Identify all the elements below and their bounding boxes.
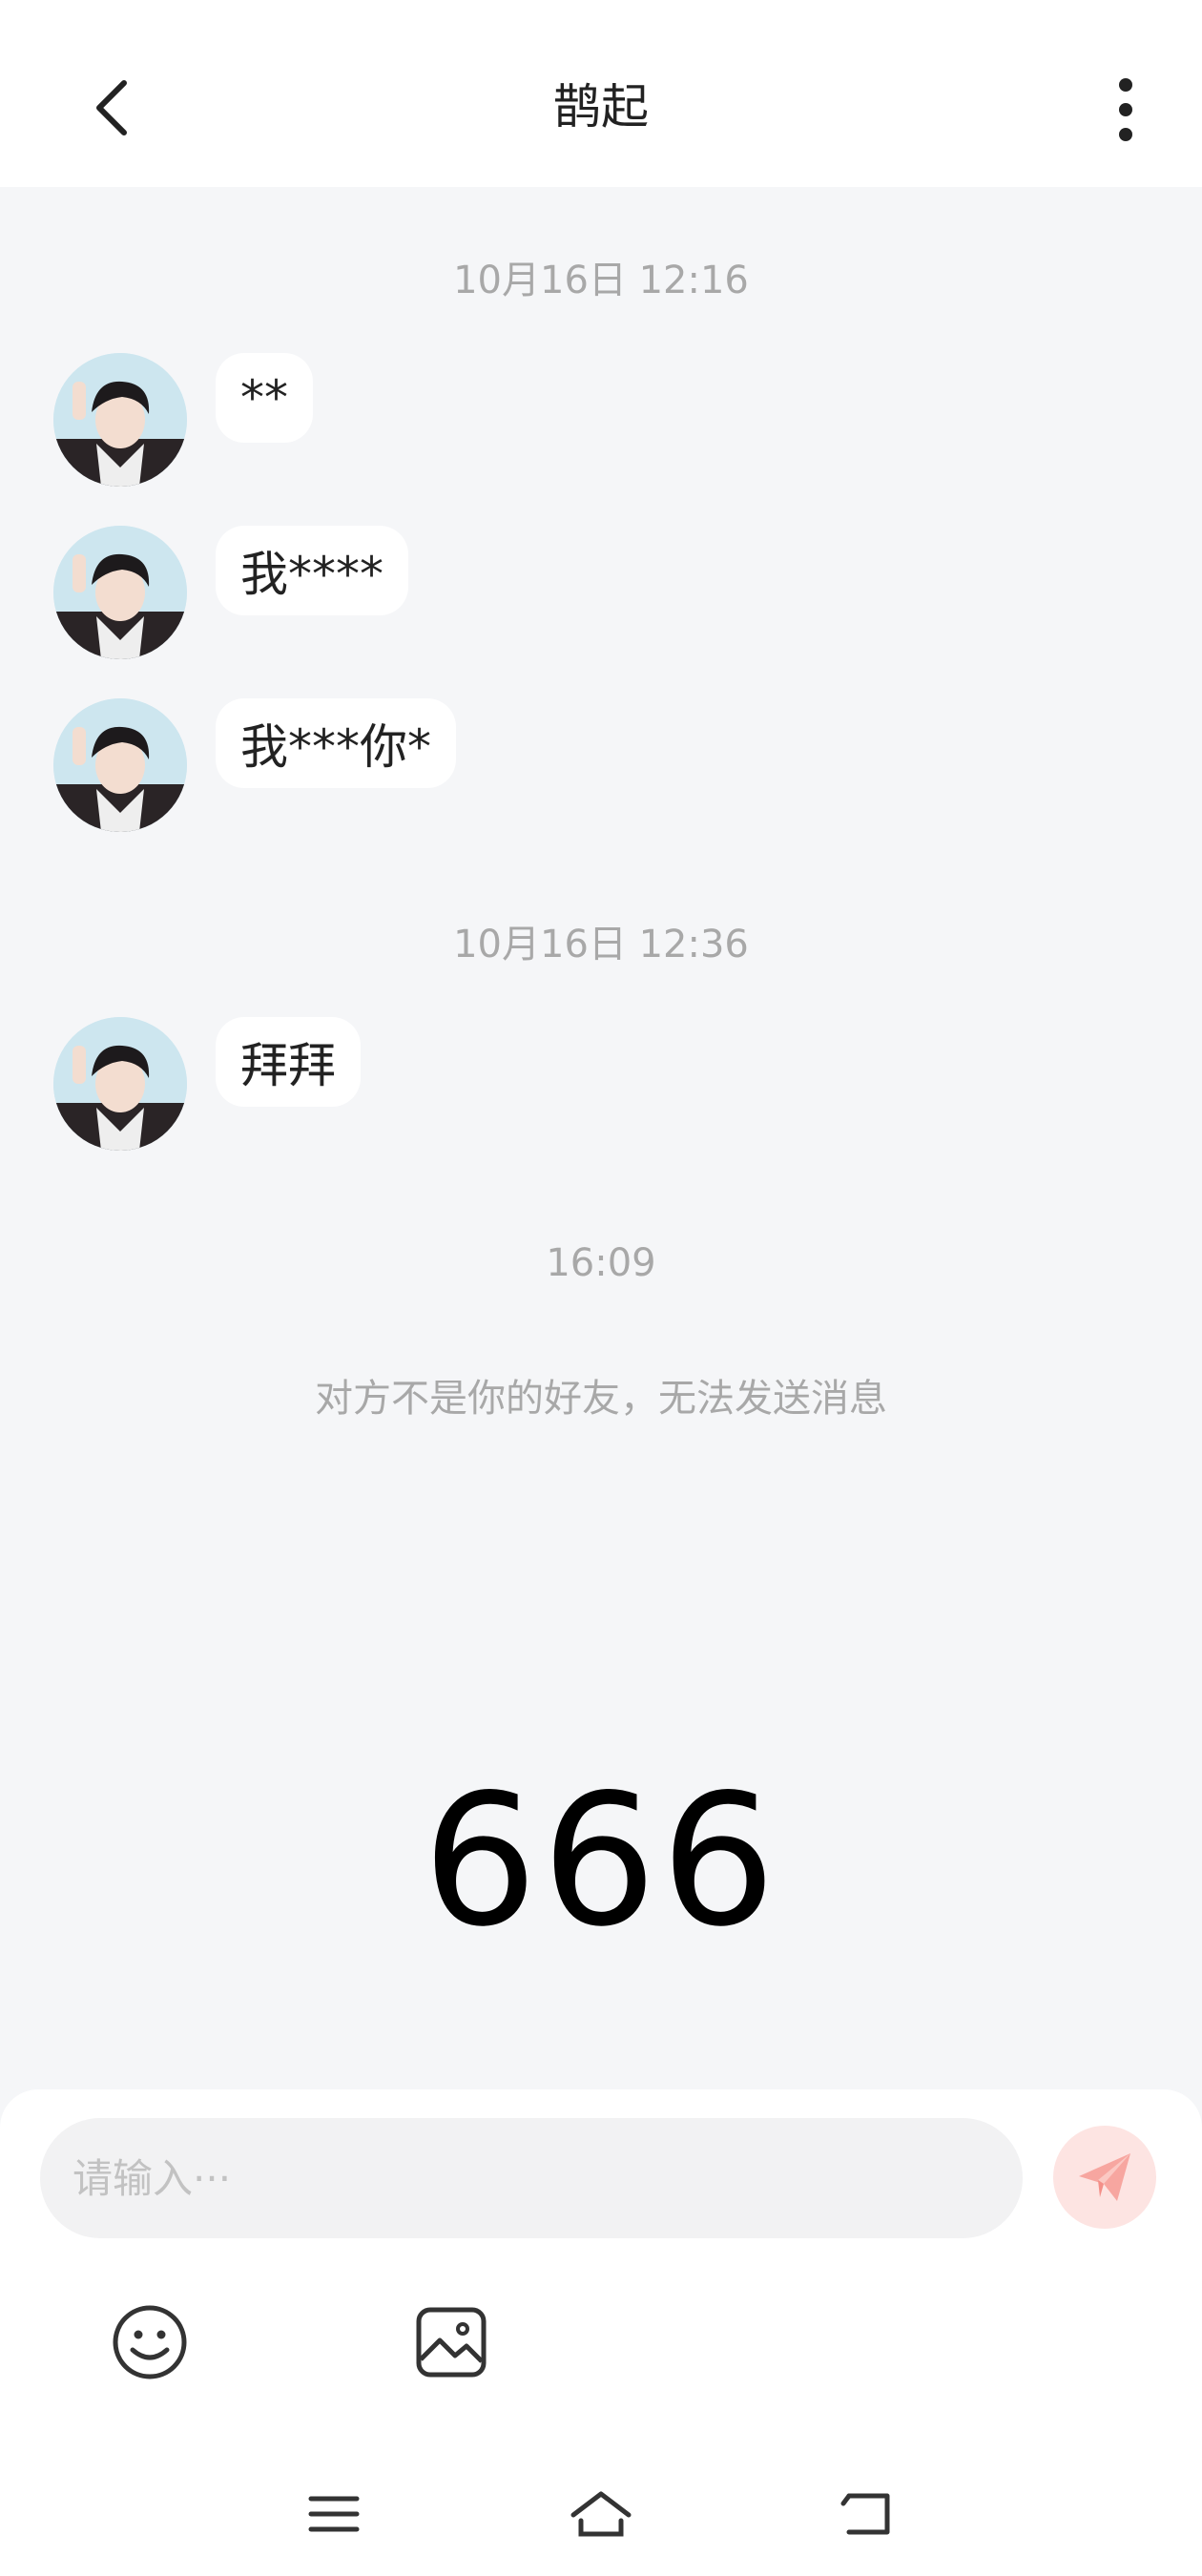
send-button[interactable] — [1053, 2126, 1156, 2229]
image-icon — [416, 2307, 487, 2378]
message-bubble[interactable]: 我**** — [216, 526, 408, 615]
avatar[interactable] — [53, 1017, 187, 1151]
home-icon — [570, 2491, 632, 2537]
more-vertical-icon — [1119, 78, 1132, 141]
avatar[interactable] — [53, 526, 187, 659]
top-bar: 鹊起 — [0, 0, 1202, 187]
avatar[interactable] — [53, 698, 187, 832]
menu-button[interactable] — [281, 2471, 386, 2557]
system-navigation-bar — [0, 2452, 1202, 2576]
message-bubble[interactable]: ** — [216, 353, 313, 443]
more-options-button[interactable] — [1088, 67, 1164, 153]
system-notice: 对方不是你的好友，无法发送消息 — [315, 1377, 887, 1421]
timestamp: 16:09 — [546, 1241, 656, 1285]
emoji-button[interactable] — [97, 2290, 202, 2395]
paper-plane-icon — [1079, 2153, 1130, 2201]
timestamp: 10月16日 12:36 — [453, 923, 749, 966]
message-bubble[interactable]: 拜拜 — [216, 1017, 361, 1107]
message-list[interactable]: 10月16日 12:16 ** 我**** 我***你* 10月16日 12:3… — [0, 187, 1202, 2089]
smiley-icon — [113, 2305, 187, 2379]
back-icon — [840, 2493, 890, 2535]
image-button[interactable] — [399, 2290, 504, 2395]
menu-icon — [308, 2496, 360, 2532]
chat-title: 鹊起 — [553, 79, 649, 135]
message-input[interactable] — [40, 2118, 1023, 2238]
big-number-text: 666 — [422, 1755, 780, 1966]
timestamp: 10月16日 12:16 — [453, 259, 749, 302]
avatar[interactable] — [53, 353, 187, 487]
message-bubble[interactable]: 我***你* — [216, 698, 456, 788]
home-button[interactable] — [549, 2471, 653, 2557]
system-back-button[interactable] — [816, 2471, 921, 2557]
